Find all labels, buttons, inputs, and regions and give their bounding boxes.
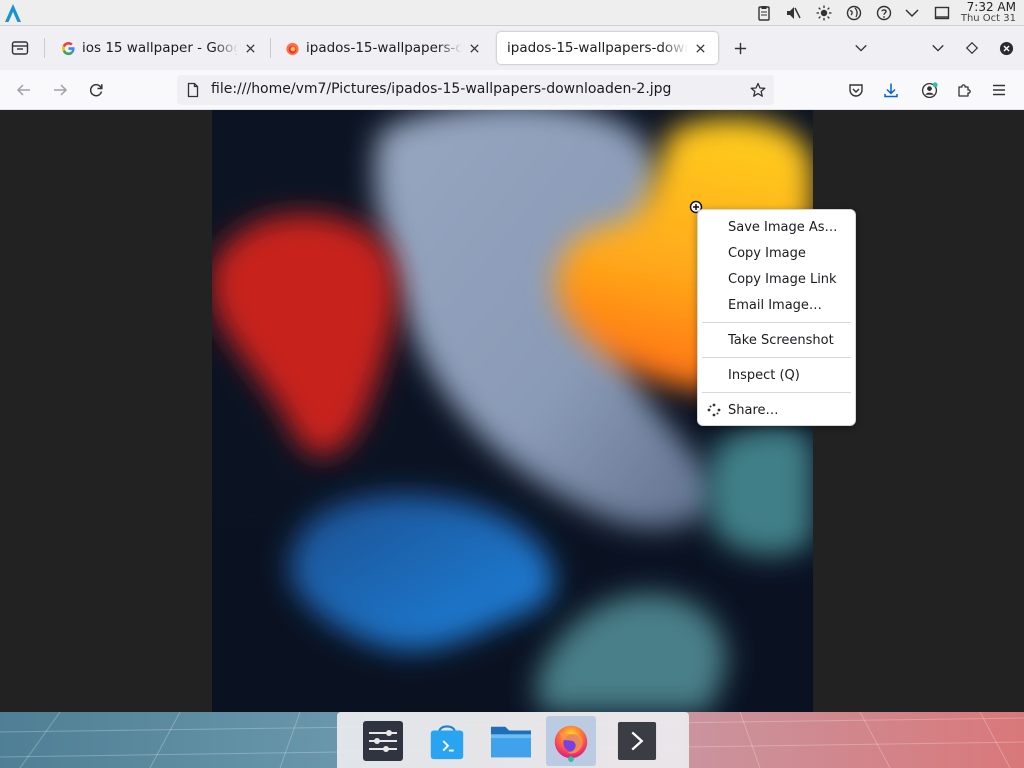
dock-firefox[interactable]	[546, 716, 596, 766]
clipboard-icon[interactable]	[755, 4, 773, 22]
close-icon[interactable]	[242, 40, 258, 56]
show-desktop-icon[interactable]	[933, 4, 951, 22]
downloads-button[interactable]	[880, 79, 902, 101]
navigation-toolbar: file:///home/vm7/Pictures/ipados-15-wall…	[0, 70, 1024, 110]
pocket-button[interactable]	[845, 79, 867, 101]
arrow-right-icon	[54, 84, 68, 96]
chevron-down-icon	[855, 44, 867, 52]
firefox-icon	[554, 725, 588, 762]
close-window-button[interactable]	[995, 37, 1017, 59]
hamburger-menu-icon	[993, 84, 1005, 96]
new-tab-button[interactable]	[729, 37, 751, 59]
url-bar[interactable]: file:///home/vm7/Pictures/ipados-15-wall…	[177, 75, 774, 105]
back-button[interactable]	[13, 79, 35, 101]
account-button[interactable]	[918, 79, 940, 101]
reload-button[interactable]	[85, 79, 107, 101]
minimize-window-button[interactable]	[927, 37, 949, 59]
menu-separator	[702, 357, 851, 358]
menu-item-label: Share…	[728, 402, 779, 418]
firefox-icon	[284, 40, 300, 56]
menu-item-label: Take Screenshot	[728, 332, 834, 348]
menu-separator	[702, 322, 851, 323]
firefox-view-button[interactable]	[8, 37, 32, 59]
menu-item-label: Save Image As…	[728, 219, 838, 235]
settings-app-icon	[363, 721, 403, 761]
share-icon	[706, 402, 722, 418]
tab-strip: ios 15 wallpaper - Google Search ipados-…	[0, 26, 1024, 70]
tab-separator	[44, 38, 45, 58]
list-all-tabs-button[interactable]	[850, 37, 872, 59]
arch-logo-icon[interactable]	[3, 3, 23, 23]
menu-item-label: Inspect (Q)	[728, 367, 800, 383]
clock-time: 7:32 AM	[966, 0, 1016, 14]
chevron-down-icon	[932, 44, 944, 52]
tab-title: ipados-15-wallpapers-downloaden	[306, 40, 462, 56]
dock-file-manager[interactable]	[486, 716, 536, 766]
app-menu-button[interactable]	[988, 79, 1010, 101]
google-icon	[60, 40, 76, 56]
reload-icon	[89, 83, 103, 97]
volume-muted-icon[interactable]	[784, 4, 802, 22]
close-icon[interactable]	[692, 40, 708, 56]
menu-item-label: Copy Image	[728, 245, 806, 261]
image-viewer-content	[0, 110, 1024, 712]
extensions-button[interactable]	[953, 79, 975, 101]
url-text[interactable]: file:///home/vm7/Pictures/ipados-15-wall…	[211, 81, 671, 97]
download-icon	[884, 83, 898, 98]
dock-terminal[interactable]	[612, 716, 662, 766]
network-globe-icon[interactable]	[845, 4, 863, 22]
menu-item-copy-image-link[interactable]: Copy Image Link	[698, 266, 855, 292]
dock-settings-app[interactable]	[358, 716, 408, 766]
diamond-icon	[965, 41, 979, 55]
menu-item-copy-image[interactable]: Copy Image	[698, 240, 855, 266]
brightness-icon[interactable]	[815, 4, 833, 22]
account-icon	[921, 81, 938, 98]
arrow-left-icon	[16, 84, 30, 96]
system-top-panel: 7:32 AM Thu Oct 31	[0, 0, 1024, 26]
help-icon[interactable]	[875, 4, 893, 22]
image-context-menu: Save Image As… Copy Image Copy Image Lin…	[697, 209, 856, 426]
menu-item-label: Email Image…	[728, 297, 822, 313]
plus-icon	[734, 42, 746, 54]
menu-item-take-screenshot[interactable]: Take Screenshot	[698, 327, 855, 353]
menu-item-save-image-as[interactable]: Save Image As…	[698, 214, 855, 240]
tab-active-image[interactable]: ipados-15-wallpapers-downloaden-2.jpg	[497, 32, 718, 64]
menu-item-email-image[interactable]: Email Image…	[698, 292, 855, 318]
tab-ipados-wallpapers[interactable]: ipados-15-wallpapers-downloaden	[274, 32, 492, 64]
dock	[337, 712, 689, 768]
chevron-down-icon[interactable]	[903, 4, 921, 22]
bookmark-star-icon[interactable]	[748, 80, 768, 100]
dock-app-store[interactable]	[422, 716, 472, 766]
maximize-window-button[interactable]	[961, 37, 983, 59]
tab-separator	[270, 38, 271, 58]
close-icon[interactable]	[466, 40, 482, 56]
tab-title: ios 15 wallpaper - Google Search	[82, 40, 238, 56]
clock[interactable]: 7:32 AM Thu Oct 31	[956, 1, 1016, 25]
menu-separator	[702, 392, 851, 393]
forward-button[interactable]	[49, 79, 71, 101]
tab-google-search[interactable]: ios 15 wallpaper - Google Search	[50, 32, 268, 64]
menu-item-share[interactable]: Share…	[698, 397, 855, 423]
firefox-view-icon	[11, 41, 29, 55]
menu-item-label: Copy Image Link	[728, 271, 837, 287]
file-manager-icon	[491, 726, 531, 758]
tab-title: ipados-15-wallpapers-downloaden-2.jpg	[507, 40, 688, 56]
app-store-icon	[430, 725, 464, 760]
terminal-icon	[617, 721, 657, 761]
menu-item-inspect[interactable]: Inspect (Q)	[698, 362, 855, 388]
pocket-icon	[849, 84, 863, 97]
page-file-icon[interactable]	[185, 82, 201, 98]
clock-date: Thu Oct 31	[960, 13, 1016, 24]
close-circle-icon	[999, 41, 1013, 55]
puzzle-icon	[958, 84, 971, 97]
